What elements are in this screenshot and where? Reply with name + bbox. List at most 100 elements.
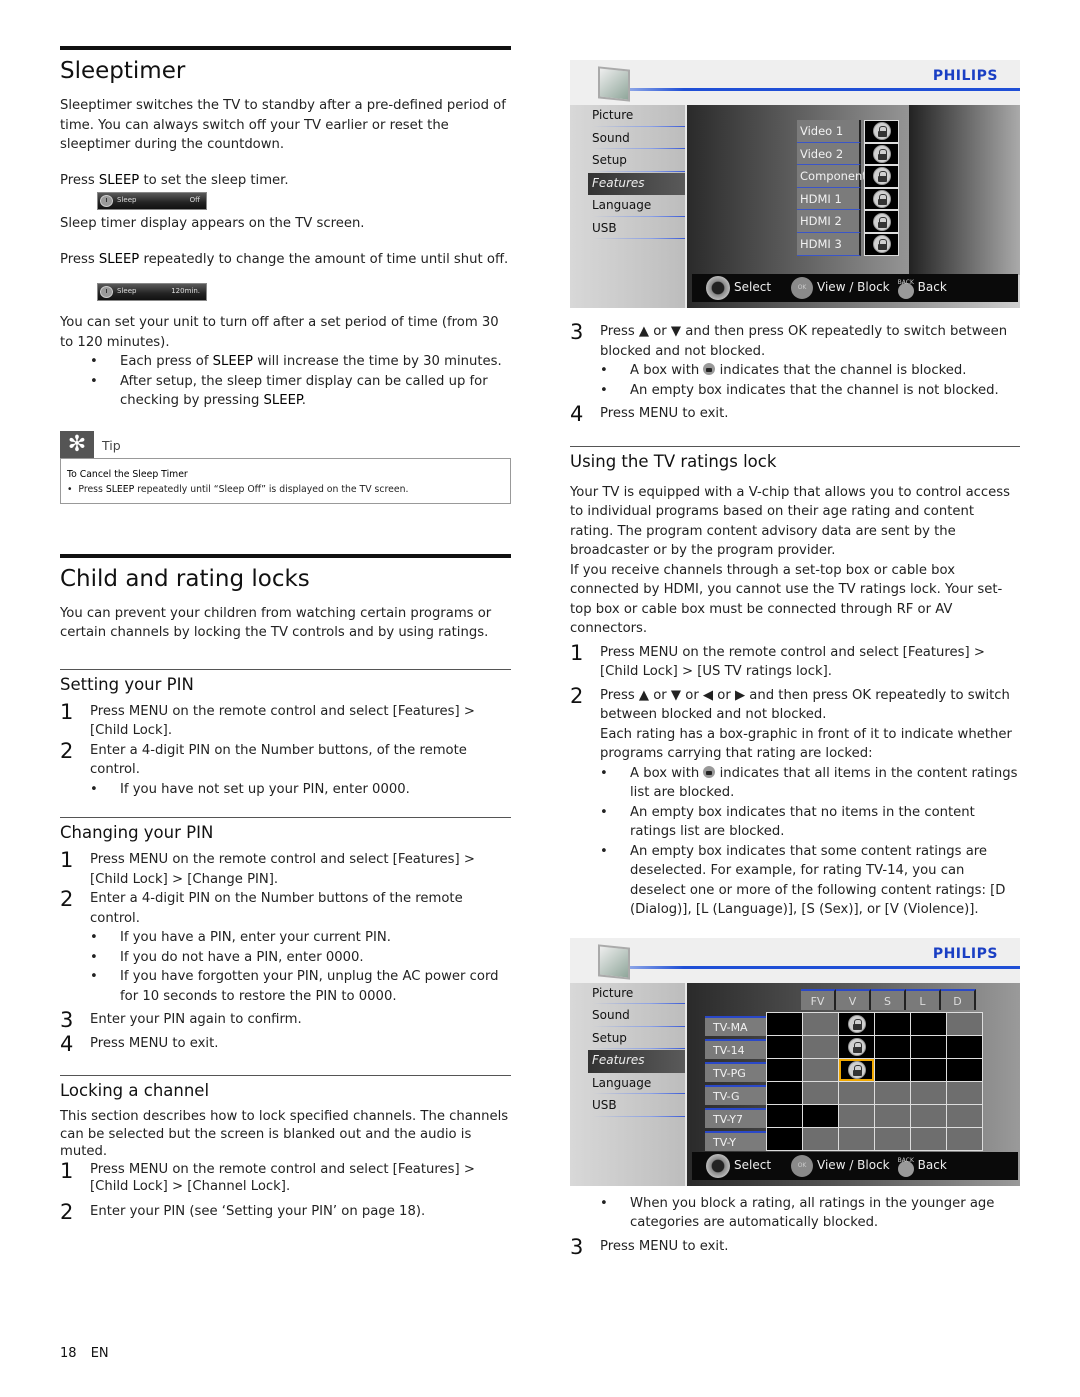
step-item: 3 Enter your PIN again to confirm. xyxy=(60,1008,302,1032)
rating-cell[interactable] xyxy=(911,1104,946,1127)
lock-icon xyxy=(847,1014,866,1033)
menu-item-setup[interactable]: Setup xyxy=(570,150,685,173)
channel-lock-osd: PHILIPS Picture Sound Setup Features Lan… xyxy=(570,60,1020,308)
rating-cell[interactable] xyxy=(875,1081,910,1104)
menu-item-language[interactable]: Language xyxy=(570,195,685,218)
menu-item-picture[interactable]: Picture xyxy=(570,105,685,128)
channel-row[interactable]: Video 2 xyxy=(797,142,899,166)
rating-cell[interactable] xyxy=(803,1104,838,1127)
ok-button-icon: OK xyxy=(791,1154,814,1177)
rating-cell[interactable] xyxy=(839,1104,874,1127)
bullet-item: When you block a rating, all ratings in … xyxy=(570,1194,1020,1233)
changing-pin-title: Changing your PIN xyxy=(60,823,214,842)
rating-cell[interactable] xyxy=(839,1035,874,1058)
rating-cell[interactable] xyxy=(875,1012,910,1035)
menu-item-features[interactable]: Features xyxy=(588,1050,685,1073)
child-locks-intro: You can prevent your children from watch… xyxy=(60,605,492,641)
rating-cell[interactable] xyxy=(947,1058,982,1081)
rating-cell[interactable] xyxy=(839,1127,874,1150)
rating-label[interactable]: TV-PG xyxy=(705,1061,767,1082)
rating-label[interactable]: TV-14 xyxy=(705,1038,767,1059)
tip-heading: To Cancel the Sleep Timer xyxy=(67,468,188,480)
rating-cell[interactable] xyxy=(875,1035,910,1058)
channel-list: Video 1 Video 2 Component HDMI 1 HDMI 2 HDMI … xyxy=(797,120,899,256)
rating-cell[interactable] xyxy=(947,1081,982,1104)
osd-footer: Select OK View / Block BACK Back xyxy=(692,1151,1018,1180)
channel-lock-box[interactable] xyxy=(864,210,899,233)
tip-label: Tip xyxy=(102,438,121,453)
bullet-item: Each press of SLEEP will increase the ti… xyxy=(60,352,511,372)
rating-cell[interactable] xyxy=(767,1058,802,1081)
channel-row[interactable]: Component xyxy=(797,165,899,188)
menu-item-features[interactable]: Features xyxy=(588,172,685,195)
step-item: 1 Press MENU on the remote control and se… xyxy=(570,640,985,680)
bullet-item: An empty box indicates that no items in … xyxy=(570,803,1020,842)
rating-cell[interactable] xyxy=(911,1127,946,1150)
menu-item-setup[interactable]: Setup xyxy=(570,1027,685,1050)
menu-item-language[interactable]: Language xyxy=(570,1072,685,1095)
rating-cell[interactable] xyxy=(839,1081,874,1104)
ratings-lock-title: Using the TV ratings lock xyxy=(570,451,777,471)
rating-cell[interactable] xyxy=(803,1058,838,1081)
rating-cell[interactable] xyxy=(947,1104,982,1127)
rating-cell[interactable] xyxy=(803,1035,838,1058)
channel-lock-box[interactable] xyxy=(864,187,899,211)
rating-cell[interactable] xyxy=(767,1035,802,1058)
channel-row[interactable]: HDMI 2 xyxy=(797,210,899,233)
rating-cell[interactable] xyxy=(875,1104,910,1127)
bullet-item: A box with indicates that the channel is… xyxy=(570,361,1020,381)
rating-cell[interactable] xyxy=(947,1012,982,1035)
channel-row[interactable]: Video 1 xyxy=(797,120,899,143)
channel-name: Component xyxy=(797,165,867,188)
rating-cell[interactable] xyxy=(839,1012,874,1035)
channel-lock-box[interactable] xyxy=(864,142,899,166)
menu-item-usb[interactable]: USB xyxy=(570,1095,685,1118)
rating-cell[interactable] xyxy=(911,1035,946,1058)
header-bar xyxy=(600,88,1020,91)
rating-cell[interactable] xyxy=(947,1035,982,1058)
clock-icon xyxy=(100,195,113,207)
ratings-column-header: S xyxy=(871,988,906,1010)
menu-item-picture[interactable]: Picture xyxy=(570,982,685,1005)
subsection-rule xyxy=(60,1075,511,1076)
rating-label[interactable]: TV-Y xyxy=(705,1130,767,1151)
menu-item-sound[interactable]: Sound xyxy=(570,1005,685,1028)
press-sleep-text: Press SLEEP to set the sleep timer. xyxy=(60,172,289,188)
channel-lock-box[interactable] xyxy=(864,165,899,188)
rating-cell[interactable] xyxy=(803,1127,838,1150)
rating-cell[interactable] xyxy=(947,1127,982,1150)
channel-lock-box[interactable] xyxy=(864,120,899,143)
rating-cell[interactable] xyxy=(767,1104,802,1127)
step-item: 1 Press MENU on the remote control and se… xyxy=(60,1158,475,1195)
channel-lock-box[interactable] xyxy=(864,232,899,256)
ratings-column-header: V xyxy=(836,988,871,1010)
sleep-osd-120: Sleep 120min. xyxy=(97,283,207,301)
step-item: 1 Press MENU on the remote control and se… xyxy=(60,848,475,887)
channel-name: HDMI 2 xyxy=(797,210,861,233)
step-item: 2 Enter a 4-digit PIN on the Number butto… xyxy=(60,738,467,778)
rating-cell[interactable] xyxy=(911,1081,946,1104)
step-item: 2 Enter your PIN (see ‘Setting your PIN’ … xyxy=(60,1199,426,1224)
channel-row[interactable]: HDMI 3 xyxy=(797,232,899,256)
rating-cell[interactable] xyxy=(767,1081,802,1104)
rating-label[interactable]: TV-G xyxy=(705,1084,767,1105)
step-item: 3 Press MENU to exit. xyxy=(570,1234,729,1259)
rating-cell[interactable] xyxy=(767,1127,802,1150)
menu-item-usb[interactable]: USB xyxy=(570,217,685,240)
ok-button-icon: OK xyxy=(791,277,814,299)
rating-cell[interactable] xyxy=(911,1012,946,1035)
rating-cell[interactable] xyxy=(839,1058,874,1081)
rating-cell[interactable] xyxy=(767,1012,802,1035)
rating-cell[interactable] xyxy=(911,1058,946,1081)
rating-cell[interactable] xyxy=(875,1127,910,1150)
rating-label[interactable]: TV-MA xyxy=(705,1015,767,1036)
channel-row[interactable]: HDMI 1 xyxy=(797,187,899,211)
menu-item-sound[interactable]: Sound xyxy=(570,127,685,150)
rating-cell[interactable] xyxy=(803,1081,838,1104)
step-item: 1 Press MENU on the remote control and se… xyxy=(60,699,475,739)
bullet-item: After setup, the sleep timer display can… xyxy=(60,372,511,411)
rating-cell[interactable] xyxy=(803,1012,838,1035)
dpad-icon xyxy=(706,276,730,300)
rating-label[interactable]: TV-Y7 xyxy=(705,1107,767,1128)
rating-cell[interactable] xyxy=(875,1058,910,1081)
